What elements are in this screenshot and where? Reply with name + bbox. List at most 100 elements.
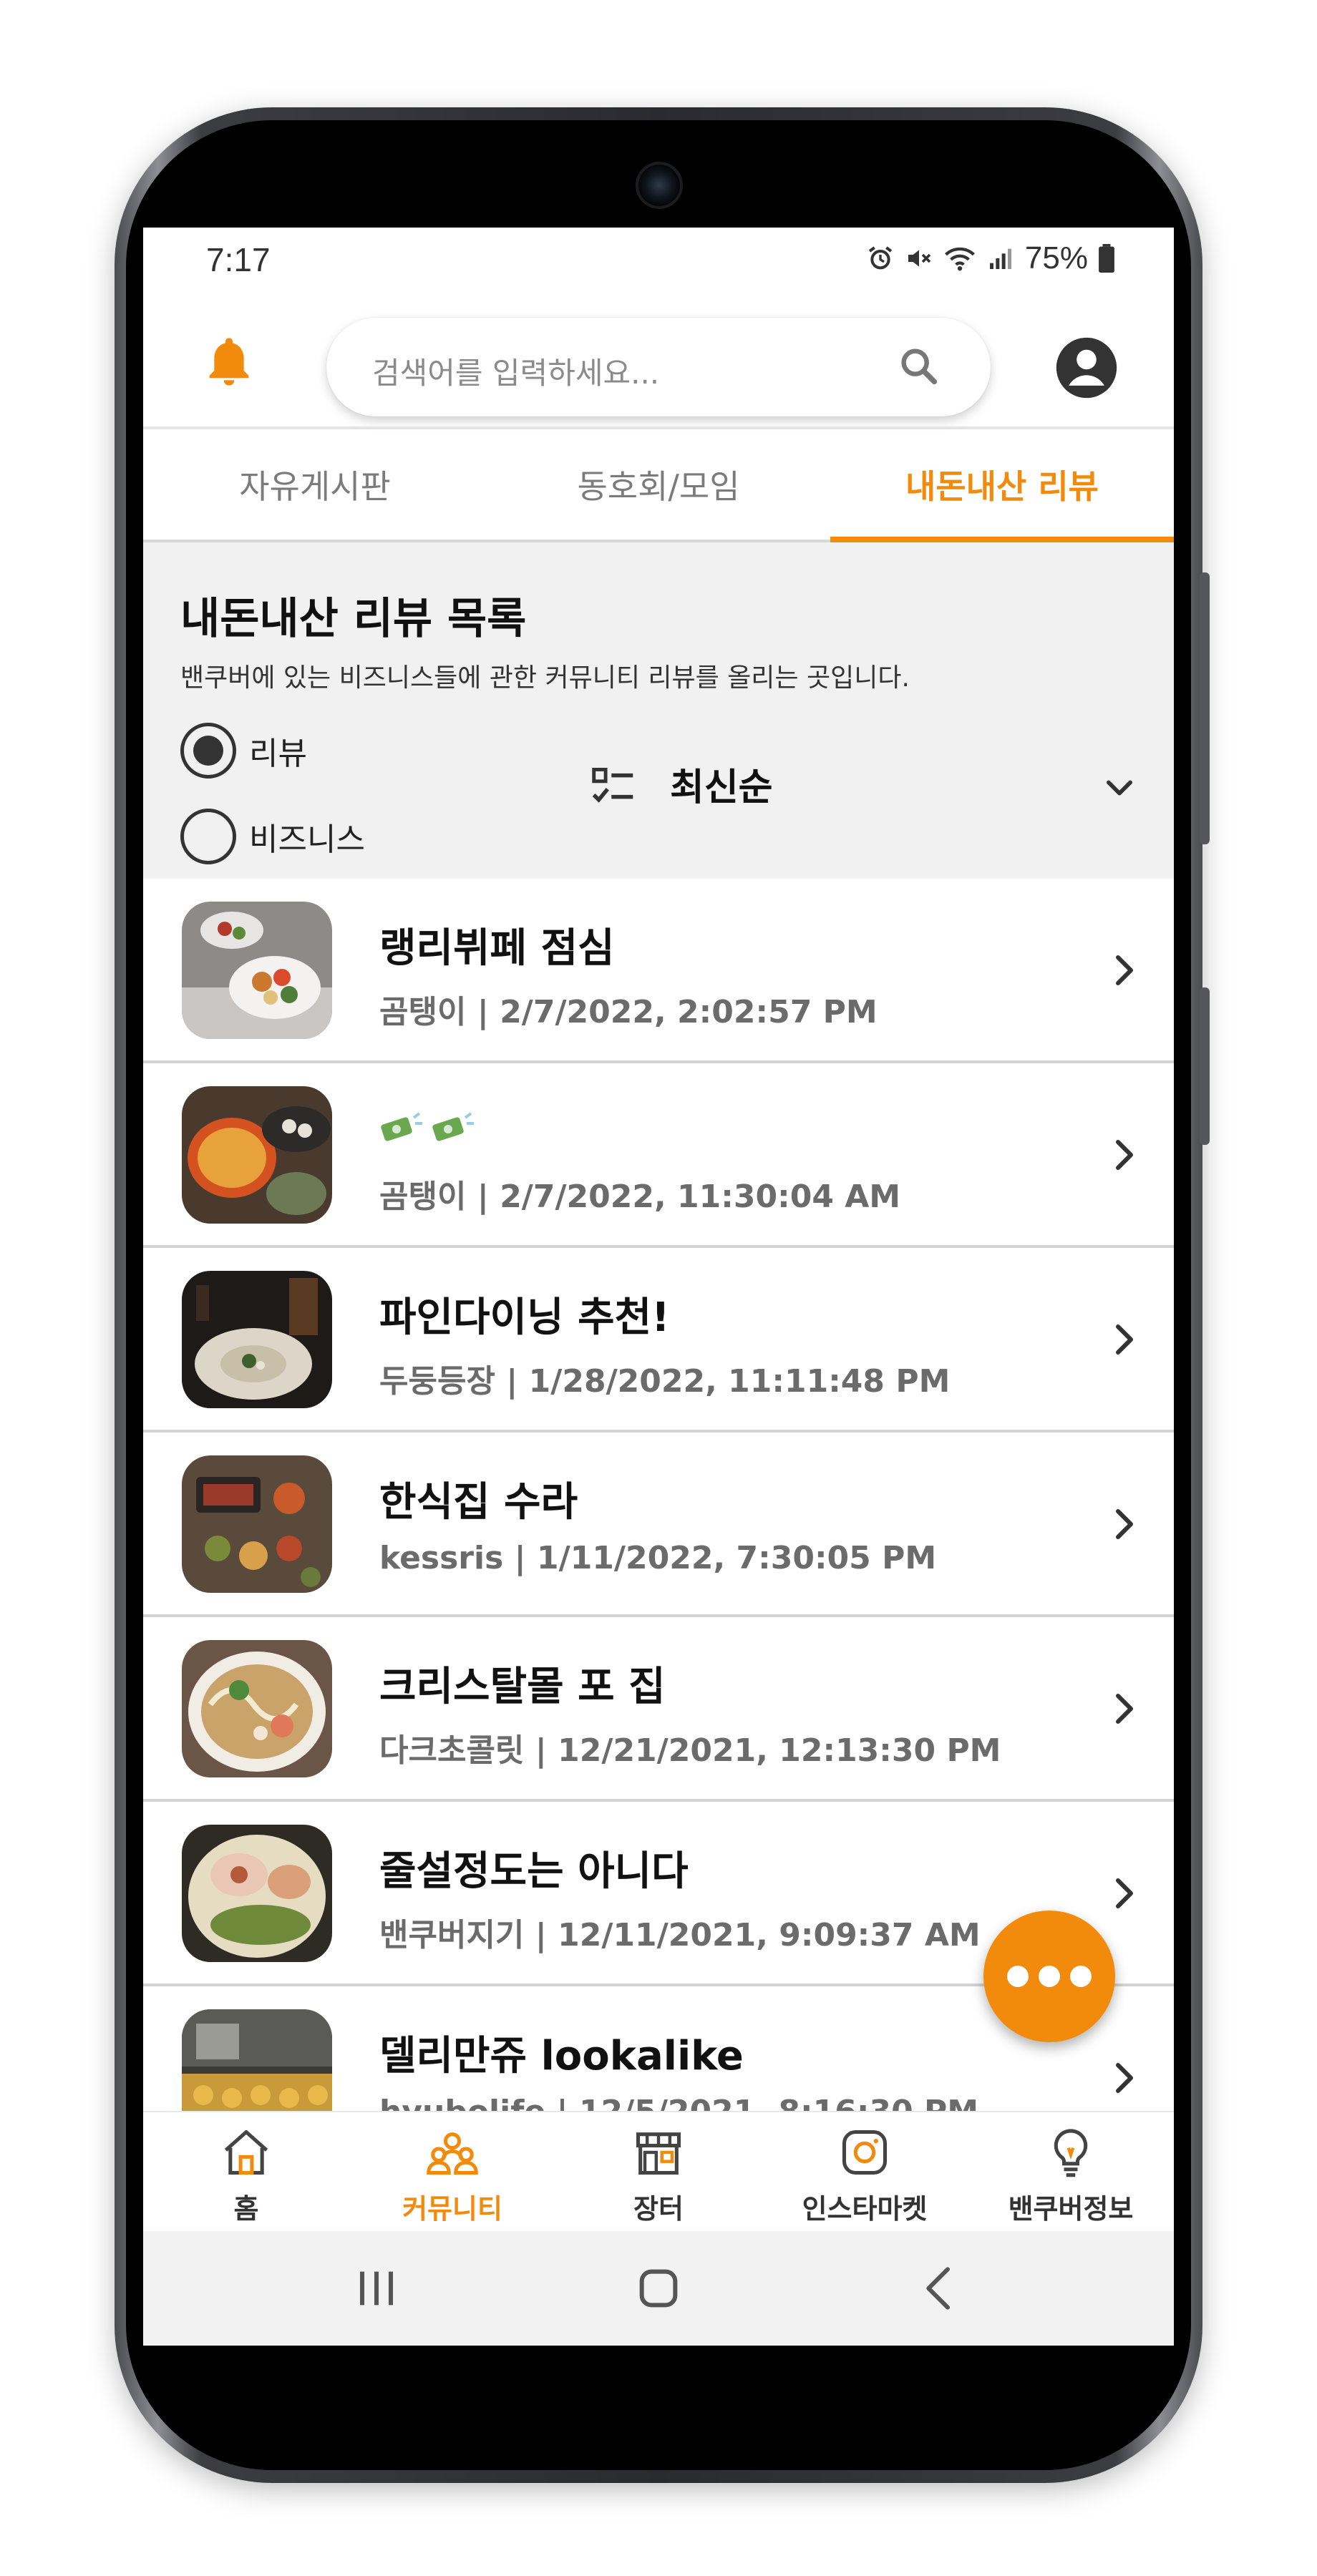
more-dots-icon: [1070, 1966, 1092, 1987]
more-actions-button[interactable]: [983, 1911, 1115, 2042]
review-title: 델리만쥬 lookalike: [379, 2033, 744, 2079]
review-meta: 밴쿠버지기 | 12/11/2021, 9:09:37 AM: [379, 1909, 981, 1955]
nav-label: 홈: [233, 2193, 259, 2225]
screen: 7:17 75% 검색어를 입력하세요... 자유게시판 동호회/모임 내돈내산…: [143, 228, 1174, 2346]
review-date: 1/28/2022, 11:11:48 PM: [528, 1363, 951, 1400]
review-author: 다크초콜릿: [379, 1732, 525, 1769]
review-title: 파인다이닝 추천!: [379, 1294, 670, 1341]
review-date: 2/7/2022, 11:30:04 AM: [500, 1179, 901, 1215]
back-icon[interactable]: [912, 2260, 969, 2317]
home-button-icon[interactable]: [630, 2260, 687, 2317]
review-title: 줄설정도는 아니다: [379, 1848, 689, 1895]
review-meta: 곰탱이 | 2/7/2022, 11:30:04 AM: [379, 1171, 900, 1216]
review-date: 12/5/2021, 8:16:30 PM: [579, 2094, 978, 2111]
category-tabs: 자유게시판 동호회/모임 내돈내산 리뷰: [143, 426, 1174, 542]
chevron-right-icon[interactable]: [1107, 1135, 1141, 1175]
list-item[interactable]: 곰탱이 | 2/7/2022, 11:30:04 AM: [143, 1063, 1174, 1248]
volume-button: [1200, 572, 1210, 844]
nav-item-instamarket[interactable]: 인스타마켓: [762, 2112, 968, 2231]
review-author: 곰탱이: [379, 994, 467, 1030]
market-icon: [636, 2132, 681, 2175]
review-title: [379, 1101, 482, 1147]
tab-free-board[interactable]: 자유게시판: [143, 429, 487, 540]
chevron-right-icon[interactable]: [1107, 1689, 1141, 1729]
review-thumbnail: [182, 2009, 332, 2111]
review-meta: kessris | 1/11/2022, 7:30:05 PM: [379, 1540, 936, 1576]
nav-label: 장터: [633, 2193, 684, 2225]
tab-reviews[interactable]: 내돈내산 리뷰: [830, 429, 1174, 542]
chevron-right-icon[interactable]: [1107, 950, 1141, 990]
chevron-right-icon[interactable]: [1107, 2058, 1141, 2098]
money-icon: [381, 1112, 422, 1141]
radio-selected-icon[interactable]: [180, 723, 236, 779]
chevron-right-icon[interactable]: [1107, 1319, 1141, 1360]
search-input[interactable]: 검색어를 입력하세요...: [372, 349, 659, 393]
more-dots-icon: [1039, 1966, 1060, 1987]
review-meta: 다크초콜릿 | 12/21/2021, 12:13:30 PM: [379, 1724, 1001, 1770]
meta-separator: |: [535, 1732, 547, 1769]
signal-icon: [989, 248, 1011, 269]
review-meta: hyubolife | 12/5/2021, 8:16:30 PM: [379, 2094, 978, 2111]
system-navigation-bar: [143, 2231, 1174, 2346]
sort-list-icon[interactable]: [590, 766, 637, 809]
section-description: 밴쿠버에 있는 비즈니스들에 관한 커뮤니티 리뷰를 올리는 곳입니다.: [180, 663, 910, 693]
review-thumbnail: [182, 1455, 332, 1593]
status-icons: 75%: [866, 240, 1115, 276]
filter-business-radio[interactable]: 비즈니스: [180, 809, 365, 864]
meta-separator: |: [477, 994, 489, 1030]
battery-percent: 75%: [1024, 240, 1088, 275]
nav-label: 인스타마켓: [802, 2193, 928, 2225]
section-title: 내돈내산 리뷰 목록: [180, 594, 527, 644]
review-author: 밴쿠버지기: [379, 1917, 525, 1953]
nav-label: 커뮤니티: [402, 2193, 502, 2225]
recent-apps-icon[interactable]: [348, 2260, 405, 2317]
power-button: [1200, 987, 1210, 1145]
nav-item-vancouver-info[interactable]: 밴쿠버정보: [968, 2112, 1174, 2231]
chevron-right-icon[interactable]: [1107, 1873, 1141, 1913]
nav-item-market[interactable]: 장터: [555, 2112, 762, 2231]
sort-dropdown[interactable]: 최신순: [670, 757, 773, 811]
list-item[interactable]: 한식집 수라 kessris | 1/11/2022, 7:30:05 PM: [143, 1433, 1174, 1617]
review-author: kessris: [379, 1540, 504, 1576]
battery-icon: [1099, 244, 1114, 273]
mute-icon: [908, 250, 931, 267]
list-item[interactable]: 파인다이닝 추천! 두둥등장 | 1/28/2022, 11:11:48 PM: [143, 1248, 1174, 1433]
status-time: 7:17: [206, 241, 271, 278]
search-icon[interactable]: [896, 343, 942, 389]
list-item[interactable]: 랭리뷔페 점심 곰탱이 | 2/7/2022, 2:02:57 PM: [143, 879, 1174, 1063]
chevron-right-icon[interactable]: [1107, 1504, 1141, 1544]
alarm-icon: [868, 246, 893, 270]
review-thumbnail: [182, 1640, 332, 1777]
nav-item-community[interactable]: 커뮤니티: [349, 2112, 555, 2231]
review-thumbnail: [182, 1271, 332, 1408]
filter-business-label: 비즈니스: [249, 821, 365, 858]
search-bar[interactable]: 검색어를 입력하세요...: [326, 318, 991, 416]
filter-review-radio[interactable]: 리뷰: [180, 723, 307, 779]
wifi-icon: [945, 247, 975, 271]
list-item[interactable]: 크리스탈몰 포 집 다크초콜릿 | 12/21/2021, 12:13:30 P…: [143, 1617, 1174, 1802]
review-author: 곰탱이: [379, 1179, 467, 1215]
chevron-down-icon[interactable]: [1101, 769, 1138, 806]
meta-separator: |: [535, 1917, 547, 1953]
more-dots-icon: [1007, 1966, 1029, 1987]
account-icon[interactable]: [1054, 335, 1119, 401]
filter-review-label: 리뷰: [249, 736, 307, 772]
review-list-header: 내돈내산 리뷰 목록 밴쿠버에 있는 비즈니스들에 관한 커뮤니티 리뷰를 올리…: [143, 542, 1174, 879]
review-date: 1/11/2022, 7:30:05 PM: [537, 1540, 937, 1576]
review-title: 랭리뷔페 점심: [379, 925, 615, 972]
review-author: hyubolife: [379, 2094, 545, 2111]
notification-bell-icon[interactable]: [200, 332, 258, 389]
review-title: 한식집 수라: [379, 1479, 578, 1526]
review-meta: 두둥등장 | 1/28/2022, 11:11:48 PM: [379, 1355, 950, 1401]
tab-clubs[interactable]: 동호회/모임: [487, 429, 830, 540]
status-bar: 7:17 75%: [143, 228, 1174, 296]
nav-item-home[interactable]: 홈: [143, 2112, 349, 2231]
radio-unselected-icon[interactable]: [180, 809, 236, 864]
nav-label: 밴쿠버정보: [1008, 2193, 1134, 2225]
meta-separator: |: [506, 1363, 518, 1400]
money-icon: [432, 1112, 474, 1141]
instagram-icon: [842, 2129, 888, 2175]
review-thumbnail: [182, 1825, 332, 1962]
review-thumbnail: [182, 1086, 332, 1224]
meta-separator: |: [514, 1540, 526, 1576]
